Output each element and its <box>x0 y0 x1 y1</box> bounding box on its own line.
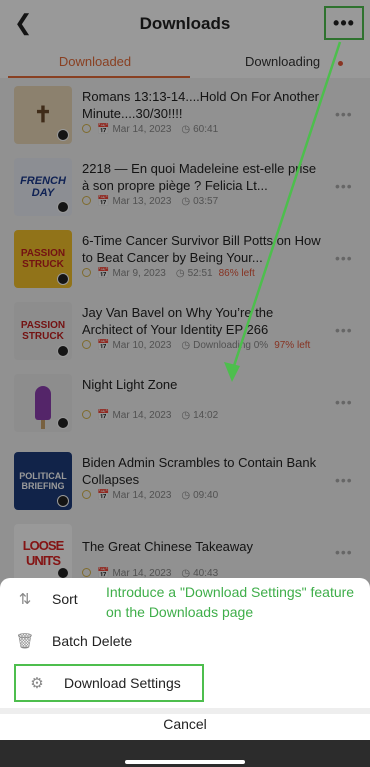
home-indicator[interactable] <box>125 760 245 764</box>
batch-delete-label: Batch Delete <box>52 633 133 649</box>
cancel-button[interactable]: Cancel <box>0 716 370 732</box>
sort-label: Sort <box>52 591 78 607</box>
annotation-callout: Introduce a "Download Settings" feature … <box>106 584 355 620</box>
gear-icon: ⚙ <box>30 675 44 692</box>
sort-icon: ⇅ <box>18 591 32 608</box>
sheet-divider <box>0 708 370 714</box>
download-settings-label: Download Settings <box>64 675 181 691</box>
trash-icon: 🗑 <box>15 633 35 650</box>
sort-option[interactable]: ⇅ Sort <box>14 590 78 608</box>
batch-delete-option[interactable]: 🗑 Batch Delete <box>14 632 132 650</box>
system-home-bar <box>0 740 370 767</box>
download-settings-option[interactable]: ⚙ Download Settings <box>14 664 204 702</box>
